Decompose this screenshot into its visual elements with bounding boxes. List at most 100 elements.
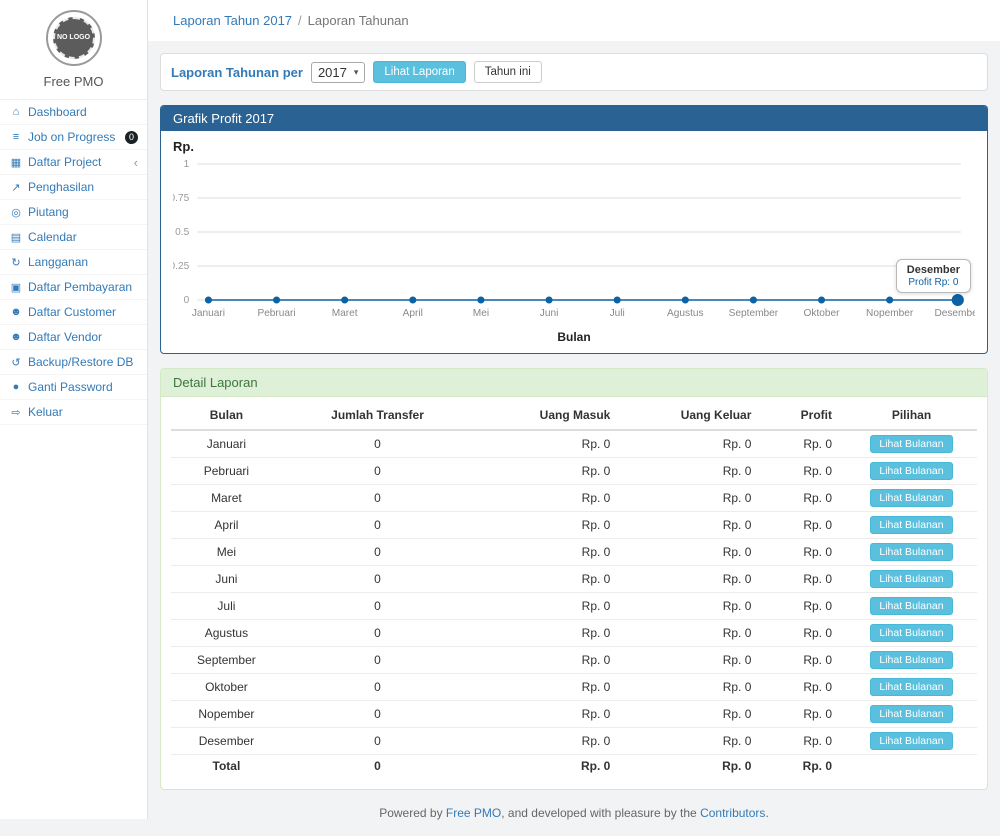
lihat-bulanan-button[interactable]: Lihat Bulanan [870,570,952,588]
sidebar-item-penghasilan[interactable]: ↗ Penghasilan [0,175,147,200]
data-point-pebruari[interactable] [273,297,280,304]
lihat-bulanan-button[interactable]: Lihat Bulanan [870,678,952,696]
sidebar-item-daftar-project[interactable]: ▦Daftar Project‹ [0,150,147,175]
data-point-maret[interactable] [341,297,348,304]
table-row: Juni0Rp. 0Rp. 0Rp. 0Lihat Bulanan [171,566,977,593]
lihat-bulanan-button[interactable]: Lihat Bulanan [870,597,952,615]
detail-body: BulanJumlah TransferUang MasukUang Kelua… [161,397,987,789]
x-tick-label: September [729,308,779,319]
x-tick-label: Pebruari [257,308,295,319]
sidebar-link-daftar-customer[interactable]: ☻Daftar Customer [0,300,147,324]
data-point-nopember[interactable] [886,297,893,304]
breadcrumb-separator: / [298,13,302,28]
cell-bulan: Oktober [171,674,282,701]
data-point-september[interactable] [750,297,757,304]
table-row: Desember0Rp. 0Rp. 0Rp. 0Lihat Bulanan [171,728,977,755]
sidebar-item-label: Dashboard [28,105,87,119]
recurring-icon: ↻ [9,256,23,269]
total-cell: Total [171,755,282,778]
sidebar-item-daftar-customer[interactable]: ☻Daftar Customer [0,300,147,325]
sidebar-item-langganan[interactable]: ↻Langganan [0,250,147,275]
sidebar-item-calendar[interactable]: ▤Calendar [0,225,147,250]
sidebar-link-daftar-pembayaran[interactable]: ▣Daftar Pembayaran [0,275,147,299]
data-point-januari[interactable] [205,297,212,304]
footer-text-suffix: . [765,806,768,820]
lihat-bulanan-button[interactable]: Lihat Bulanan [870,489,952,507]
sidebar-link-penghasilan[interactable]: ↗ Penghasilan [0,175,147,199]
breadcrumb-link[interactable]: Laporan Tahun 2017 [173,13,292,28]
lihat-bulanan-button[interactable]: Lihat Bulanan [870,435,952,453]
sidebar-link-ganti-password[interactable]: ●Ganti Password [0,375,147,399]
sidebar-item-ganti-password[interactable]: ●Ganti Password [0,375,147,400]
chart-body: Rp. 00.250.50.751JanuariPebruariMaretApr… [161,131,987,353]
lihat-bulanan-button[interactable]: Lihat Bulanan [870,624,952,642]
chart-tooltip: Desember Profit Rp: 0 [896,259,971,293]
sidebar-link-langganan[interactable]: ↻Langganan [0,250,147,274]
cell-jumlah-transfer: 0 [282,430,473,458]
sidebar-item-backup-restore-db[interactable]: ↺Backup/Restore DB [0,350,147,375]
sidebar-link-backup-restore-db[interactable]: ↺Backup/Restore DB [0,350,147,374]
y-tick-label: 0.5 [175,227,189,238]
cell-bulan: Januari [171,430,282,458]
sidebar-item-keluar[interactable]: ⇨Keluar [0,400,147,425]
line-chart-icon: ↗ [9,181,23,194]
sidebar-item-piutang[interactable]: ◎Piutang [0,200,147,225]
cell-jumlah-transfer: 0 [282,674,473,701]
cell-pilihan: Lihat Bulanan [846,539,977,566]
sidebar-link-piutang[interactable]: ◎Piutang [0,200,147,224]
table-row: Pebruari0Rp. 0Rp. 0Rp. 0Lihat Bulanan [171,458,977,485]
lihat-bulanan-button[interactable]: Lihat Bulanan [870,705,952,723]
sidebar-item-dashboard[interactable]: ⌂Dashboard [0,100,147,125]
column-header-pilihan: Pilihan [846,401,977,430]
logout-icon: ⇨ [9,406,23,419]
sidebar-link-job-on-progress[interactable]: ≡Job on Progress0 [0,125,147,149]
cell-uang-keluar: Rp. 0 [624,701,765,728]
data-point-juli[interactable] [614,297,621,304]
column-header-bulan: Bulan [171,401,282,430]
sidebar-link-calendar[interactable]: ▤Calendar [0,225,147,249]
data-point-juni[interactable] [546,297,553,304]
sidebar-item-daftar-pembayaran[interactable]: ▣Daftar Pembayaran [0,275,147,300]
cell-uang-masuk: Rp. 0 [473,485,624,512]
sidebar-link-keluar[interactable]: ⇨Keluar [0,400,147,424]
cell-uang-masuk: Rp. 0 [473,674,624,701]
data-point-desember[interactable] [952,294,964,306]
caret-down-icon: ▾ [354,67,359,78]
cell-bulan: Mei [171,539,282,566]
sidebar-item-job-on-progress[interactable]: ≡Job on Progress0 [0,125,147,150]
sidebar-link-daftar-project[interactable]: ▦Daftar Project‹ [0,150,147,174]
cell-uang-masuk: Rp. 0 [473,539,624,566]
data-point-april[interactable] [409,297,416,304]
lihat-bulanan-button[interactable]: Lihat Bulanan [870,462,952,480]
cell-jumlah-transfer: 0 [282,701,473,728]
tahun-ini-button[interactable]: Tahun ini [474,61,542,83]
lihat-bulanan-button[interactable]: Lihat Bulanan [870,516,952,534]
cell-pilihan: Lihat Bulanan [846,485,977,512]
sidebar-link-daftar-vendor[interactable]: ☻Daftar Vendor [0,325,147,349]
chevron-left-icon: ‹ [134,156,138,169]
lihat-laporan-button[interactable]: Lihat Laporan [373,61,465,83]
no-logo-stamp: NO LOGO [53,17,95,59]
cell-uang-keluar: Rp. 0 [624,512,765,539]
footer-brand-link[interactable]: Free PMO [446,806,501,820]
data-point-mei[interactable] [477,297,484,304]
count-badge: 0 [125,131,138,144]
sidebar-link-dashboard[interactable]: ⌂Dashboard [0,100,147,124]
table-row: Juli0Rp. 0Rp. 0Rp. 0Lihat Bulanan [171,593,977,620]
lihat-bulanan-button[interactable]: Lihat Bulanan [870,732,952,750]
data-point-agustus[interactable] [682,297,689,304]
cell-profit: Rp. 0 [765,539,846,566]
y-tick-label: 1 [184,159,190,170]
footer-contributors-link[interactable]: Contributors [700,806,765,820]
x-tick-label: Juni [540,308,559,319]
sidebar-item-daftar-vendor[interactable]: ☻Daftar Vendor [0,325,147,350]
column-header-profit: Profit [765,401,846,430]
sidebar-item-label: Daftar Project [28,155,101,169]
cell-profit: Rp. 0 [765,512,846,539]
data-point-oktober[interactable] [818,297,825,304]
chart-panel-title: Grafik Profit 2017 [161,106,987,131]
lihat-bulanan-button[interactable]: Lihat Bulanan [870,543,952,561]
lihat-bulanan-button[interactable]: Lihat Bulanan [870,651,952,669]
sidebar-item-label: Penghasilan [28,180,94,194]
year-select[interactable]: 2017 ▾ [311,62,365,83]
